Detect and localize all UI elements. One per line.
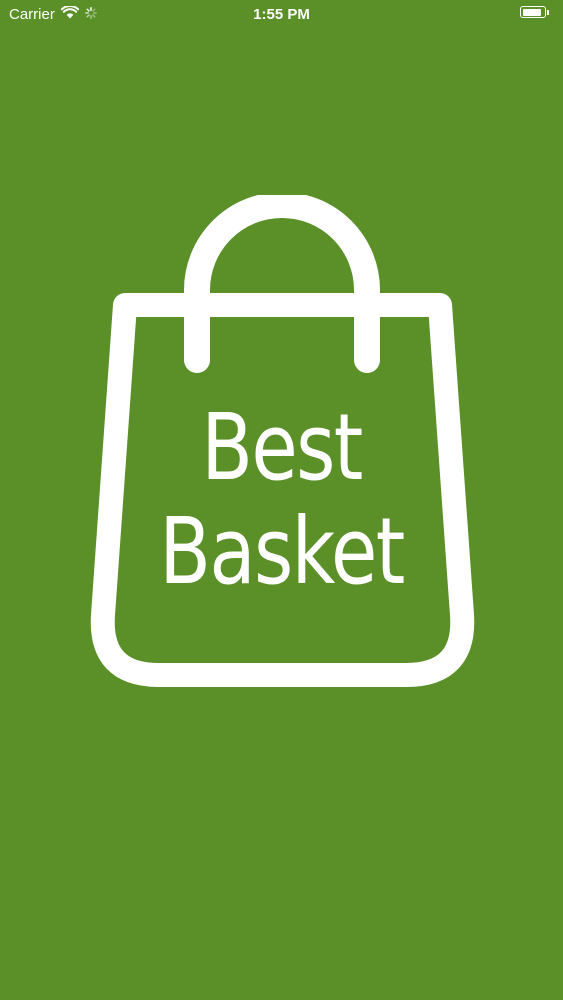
brand-name-line-1: Best — [201, 394, 363, 501]
status-bar: Carrier 1:55 PM — [0, 0, 563, 30]
brand-name-line-2: Basket — [159, 498, 405, 605]
status-time: 1:55 PM — [253, 6, 310, 23]
status-right — [520, 6, 549, 18]
battery-tip — [547, 9, 549, 15]
battery-fill — [522, 8, 541, 16]
battery-icon — [520, 6, 546, 18]
